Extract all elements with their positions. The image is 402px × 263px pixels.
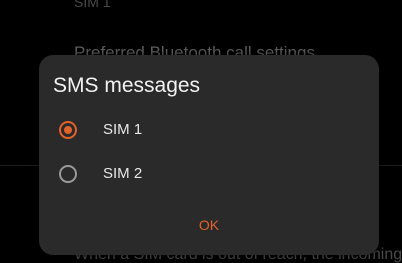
option-label: SIM 1 bbox=[103, 121, 143, 138]
radio-selected-icon[interactable] bbox=[59, 121, 77, 139]
dialog-title: SMS messages bbox=[53, 74, 201, 97]
option-label: SIM 2 bbox=[103, 165, 143, 182]
ok-button[interactable]: OK bbox=[189, 213, 229, 237]
radio-unselected-icon[interactable] bbox=[59, 165, 77, 183]
background-sim-label: SIM 1 bbox=[74, 0, 111, 10]
settings-screen: SIM 1 Preferred Bluetooth call settings … bbox=[0, 0, 402, 263]
option-sim-2[interactable]: SIM 2 bbox=[39, 155, 379, 195]
sms-messages-dialog: SMS messages SIM 1 SIM 2 OK bbox=[39, 55, 379, 255]
option-sim-1[interactable]: SIM 1 bbox=[39, 111, 379, 151]
